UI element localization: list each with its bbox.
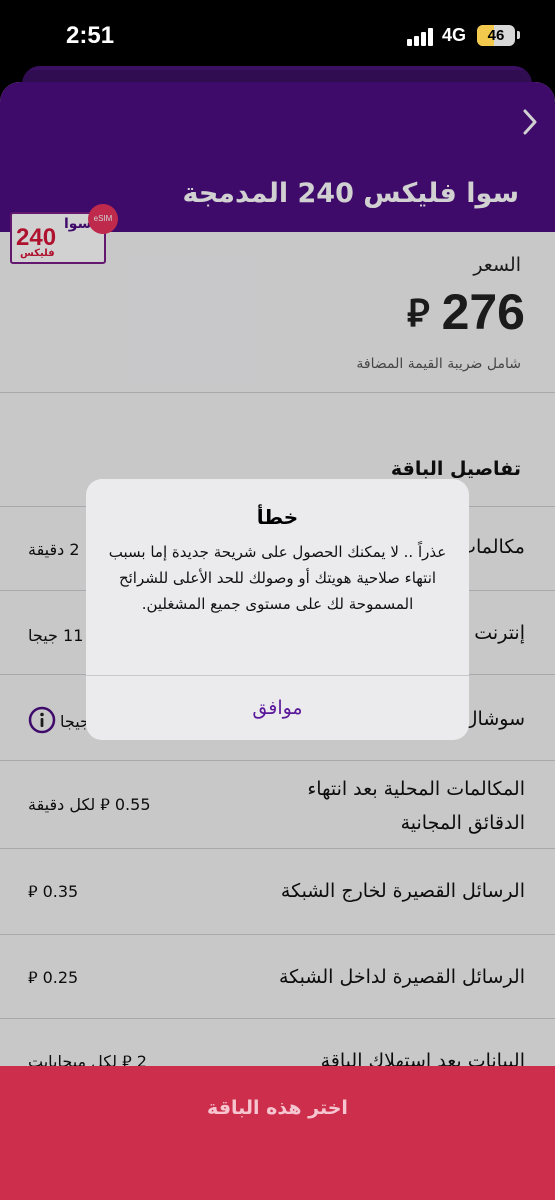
battery-icon: 46: [477, 25, 515, 46]
error-dialog: خطأ عذراً .. لا يمكنك الحصول على شريحة ج…: [86, 479, 469, 740]
ok-button[interactable]: موافق: [86, 676, 469, 740]
battery-level: 46: [487, 27, 505, 44]
choose-plan-button[interactable]: اختر هذه الباقة: [0, 1066, 555, 1200]
battery-tip: [517, 31, 520, 39]
status-bar: 2:51 4G 46: [0, 0, 555, 70]
signal-icon: [407, 28, 435, 46]
status-time: 2:51: [66, 22, 115, 49]
dialog-title: خطأ: [256, 505, 299, 529]
network-type: 4G: [442, 25, 467, 45]
dialog-message: عذراً .. لا يمكنك الحصول على شريحة جديدة…: [108, 543, 447, 613]
